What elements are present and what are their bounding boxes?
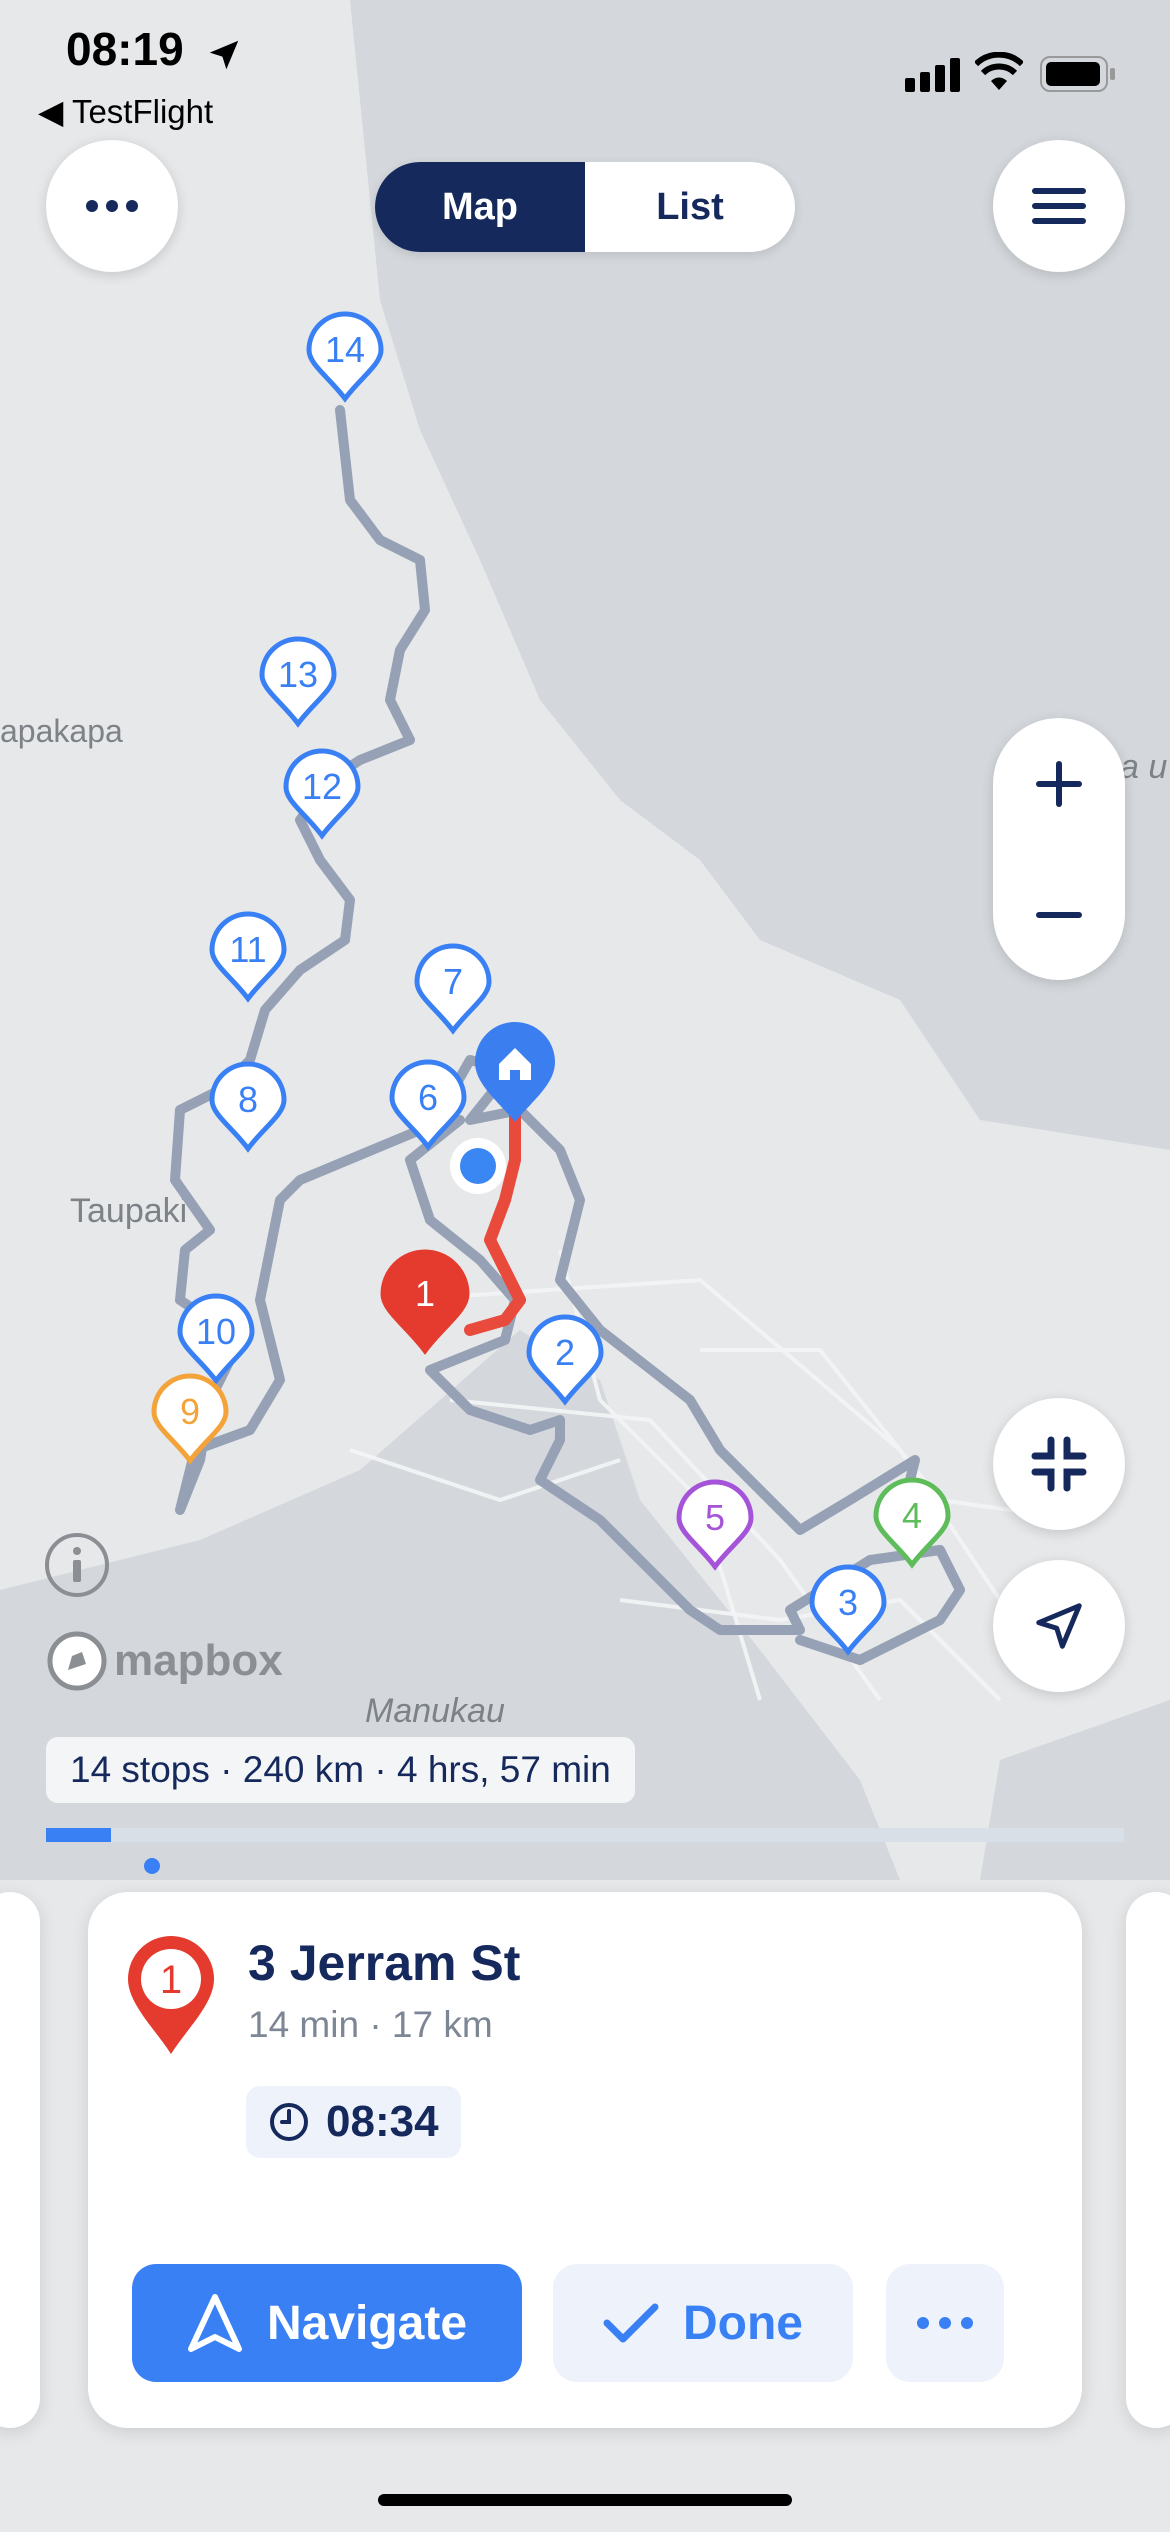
stop-pin-label: 11: [229, 929, 266, 970]
stop-pin-label: 5: [705, 1497, 725, 1538]
route-progress-fill: [46, 1828, 111, 1842]
navigate-label: Navigate: [266, 2296, 468, 2350]
page-indicator-dot: [144, 1858, 160, 1874]
stop-pin-label: 3: [838, 1582, 858, 1623]
ellipsis-icon: [86, 200, 138, 212]
checkmark-icon: [603, 2303, 659, 2343]
navigate-button[interactable]: Navigate: [132, 2264, 522, 2382]
route-summary: 14 stops · 240 km · 4 hrs, 57 min: [46, 1737, 635, 1803]
back-app-label: TestFlight: [71, 93, 214, 130]
collapse-icon: [1031, 1436, 1087, 1492]
zoom-control: [993, 718, 1125, 980]
eta-badge: 08:34: [246, 2086, 461, 2158]
previous-stop-card[interactable]: [0, 1892, 40, 2428]
menu-button[interactable]: [993, 140, 1125, 272]
cellular-signal-icon: [905, 58, 960, 92]
status-bar: 08:19 ◀ TestFlight: [0, 0, 1170, 150]
wifi-icon: [975, 52, 1023, 90]
clock-icon: [270, 2103, 308, 2141]
back-caret-icon: ◀: [38, 93, 72, 130]
place-label: apakapa: [0, 713, 123, 749]
status-time: 08:19: [66, 23, 184, 75]
current-location-dot: [460, 1148, 496, 1184]
eta-time: 08:34: [326, 2097, 439, 2146]
hamburger-icon: [1032, 188, 1086, 224]
ellipsis-icon: [917, 2317, 973, 2329]
stop-pin-label: 7: [443, 961, 463, 1002]
minus-icon: [1036, 911, 1082, 918]
mapbox-wordmark: mapbox: [114, 1636, 283, 1685]
stop-distance: 14 min · 17 km: [248, 2004, 493, 2045]
stop-pin-icon: 1: [128, 1936, 214, 2054]
navigation-arrow-icon: [1036, 1603, 1082, 1649]
view-toggle: Map List: [375, 162, 795, 252]
stop-pin-label: 9: [180, 1391, 200, 1432]
fit-route-button[interactable]: [993, 1398, 1125, 1530]
stop-pin-label: 13: [278, 654, 318, 695]
mapbox-attribution: mapbox: [46, 1630, 283, 1692]
plus-icon: [1036, 760, 1082, 807]
info-icon[interactable]: [44, 1532, 110, 1598]
stop-pin-label: 12: [302, 766, 342, 807]
zoom-in-button[interactable]: [993, 718, 1125, 849]
home-indicator: [378, 2494, 792, 2506]
stop-card[interactable]: 1 3 Jerram St 14 min · 17 km 08:34 Navig…: [88, 1892, 1082, 2428]
place-label: Taupaki: [70, 1192, 187, 1230]
more-options-button[interactable]: [46, 140, 178, 272]
tab-map[interactable]: Map: [375, 162, 585, 252]
recenter-button[interactable]: [993, 1560, 1125, 1692]
place-label: a u: [1120, 748, 1167, 786]
tab-list[interactable]: List: [585, 162, 795, 252]
battery-icon: [1040, 56, 1115, 92]
place-label: Manukau: [365, 1692, 505, 1730]
navigate-arrow-icon: [187, 2294, 242, 2352]
route-progress-bar: [46, 1828, 1124, 1842]
stop-pin-label: 6: [418, 1077, 438, 1118]
stop-pin-label: 8: [238, 1079, 258, 1120]
done-label: Done: [683, 2296, 803, 2350]
zoom-out-button[interactable]: [993, 849, 1125, 980]
stop-number: 1: [160, 1958, 182, 2002]
stop-pin-label: 4: [902, 1495, 922, 1536]
location-arrow-icon: [209, 40, 239, 70]
stop-pin-label: 14: [325, 329, 365, 370]
stop-more-button[interactable]: [886, 2264, 1004, 2382]
done-button[interactable]: Done: [553, 2264, 853, 2382]
mapbox-logo-icon: [47, 1631, 107, 1691]
next-stop-card[interactable]: [1126, 1892, 1170, 2428]
back-to-app[interactable]: ◀ TestFlight: [38, 92, 213, 131]
stop-pin-label: 2: [555, 1332, 575, 1373]
stop-pin-label: 1: [415, 1273, 435, 1314]
stop-pin-label: 10: [196, 1311, 236, 1352]
stop-address: 3 Jerram St: [248, 1935, 521, 1991]
